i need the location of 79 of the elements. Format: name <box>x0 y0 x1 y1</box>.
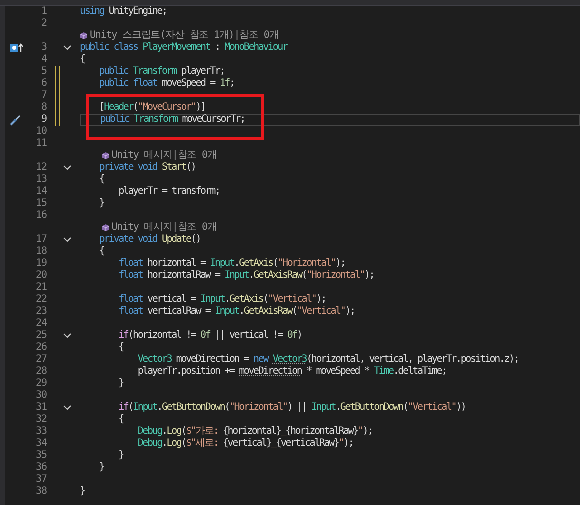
screwdriver-icon[interactable] <box>10 114 22 126</box>
line-number: 28 <box>34 366 47 378</box>
code-line: Debug.Log($"세로: {vertical}_{verticalRaw}"); <box>136 438 354 450</box>
cube-icon <box>102 152 110 160</box>
cube-icon <box>102 224 110 232</box>
line-number: 33 <box>34 426 47 438</box>
code-line: Vector3 moveDirection = new Vector3(horizontal, vertical, playerTr.position.z); <box>136 354 520 366</box>
code-line: } <box>118 450 124 462</box>
line-number: 27 <box>34 354 47 366</box>
line-number: 16 <box>34 210 47 222</box>
line-number: 1 <box>40 6 47 18</box>
code-line: playerTr.position += moveDirection * moveSpeed * Time.deltaTime; <box>136 366 448 378</box>
line-number: 5 <box>40 66 47 78</box>
line-number: 7 <box>40 90 47 102</box>
code-line: } <box>98 198 106 210</box>
line-number: 17 <box>34 234 47 246</box>
code-lens-link[interactable]: Unity 메시지|참조 0개 <box>112 222 217 234</box>
code-line: public class PlayerMovement : MonoBehaviour <box>80 42 289 54</box>
code-line: private void Start() <box>98 162 197 174</box>
chevron-down-icon[interactable] <box>62 405 72 411</box>
line-number: 2 <box>40 18 47 30</box>
code-line: public float moveSpeed = 1f; <box>98 78 236 90</box>
line-number: 23 <box>34 306 47 318</box>
code-line: float horizontalRaw = Input.GetAxisRaw("Horizontal"); <box>118 270 376 282</box>
chevron-down-icon[interactable] <box>62 165 72 171</box>
line-number: 6 <box>40 78 47 90</box>
line-number: 14 <box>34 186 47 198</box>
line-number: 9 <box>40 114 47 126</box>
code-line: if(Input.GetButtonDown("Horizontal") || Input.GetButtonDown("Vertical")) <box>118 402 467 414</box>
code-line: float verticalRaw = Input.GetAxisRaw("Vertical"); <box>118 306 356 318</box>
line-number: 12 <box>34 162 47 174</box>
line-number: 25 <box>34 330 47 342</box>
line-number: 38 <box>34 486 47 498</box>
code-line: Debug.Log($"가로: {horizontal}_{horizontalRaw}"); <box>136 426 374 438</box>
line-number: 8 <box>40 102 47 114</box>
line-number: 22 <box>34 294 47 306</box>
line-number: 30 <box>34 390 47 402</box>
implementation-icon[interactable] <box>10 43 22 53</box>
line-number: 36 <box>34 462 47 474</box>
line-number: 26 <box>34 342 47 354</box>
line-number: 4 <box>40 54 47 66</box>
line-number: 10 <box>34 126 47 138</box>
line-number: 24 <box>34 318 47 330</box>
code-line: [Header("MoveCursor")] <box>98 102 206 114</box>
code-line: { <box>118 342 124 354</box>
code-line: if(horizontal != 0f || vertical != 0f) <box>118 330 303 342</box>
line-number: 13 <box>34 174 47 186</box>
code-line: using UnityEngine; <box>80 6 168 18</box>
line-number: 37 <box>34 474 47 486</box>
line-number: 34 <box>34 438 47 450</box>
line-number: 3 <box>40 42 47 54</box>
code-line: float vertical = Input.GetAxis("Vertical"); <box>118 294 327 306</box>
chevron-down-icon[interactable] <box>62 237 72 243</box>
line-number: 31 <box>34 402 47 414</box>
line-number: 29 <box>34 378 47 390</box>
line-number: 21 <box>34 282 47 294</box>
code-line: { <box>98 246 106 258</box>
code-line: playerTr = transform; <box>118 186 221 198</box>
code-lens-link[interactable]: Unity 스크립트(자산 참조 1개)|참조 0개 <box>90 30 279 42</box>
line-number: 20 <box>34 270 47 282</box>
code-line: public Transform playerTr; <box>98 66 226 78</box>
code-line: { <box>98 174 106 186</box>
line-number: 19 <box>34 258 47 270</box>
code-line: } <box>80 486 86 498</box>
chevron-down-icon[interactable] <box>62 333 72 339</box>
code-line: private void Update() <box>98 234 202 246</box>
code-line: { <box>80 54 86 66</box>
line-number: 32 <box>34 414 47 426</box>
cube-icon <box>80 32 88 40</box>
code-lens-link[interactable]: Unity 메시지|참조 0개 <box>112 150 217 162</box>
code-line: { <box>118 414 124 426</box>
line-number: 15 <box>34 198 47 210</box>
code-line: float horizontal = Input.GetAxis("Horizontal"); <box>118 258 346 270</box>
line-number: 18 <box>34 246 47 258</box>
line-number: 11 <box>34 138 47 150</box>
code-line: } <box>98 462 106 474</box>
line-number: 35 <box>34 450 47 462</box>
chevron-down-icon[interactable] <box>62 45 72 51</box>
code-line: } <box>118 378 124 390</box>
